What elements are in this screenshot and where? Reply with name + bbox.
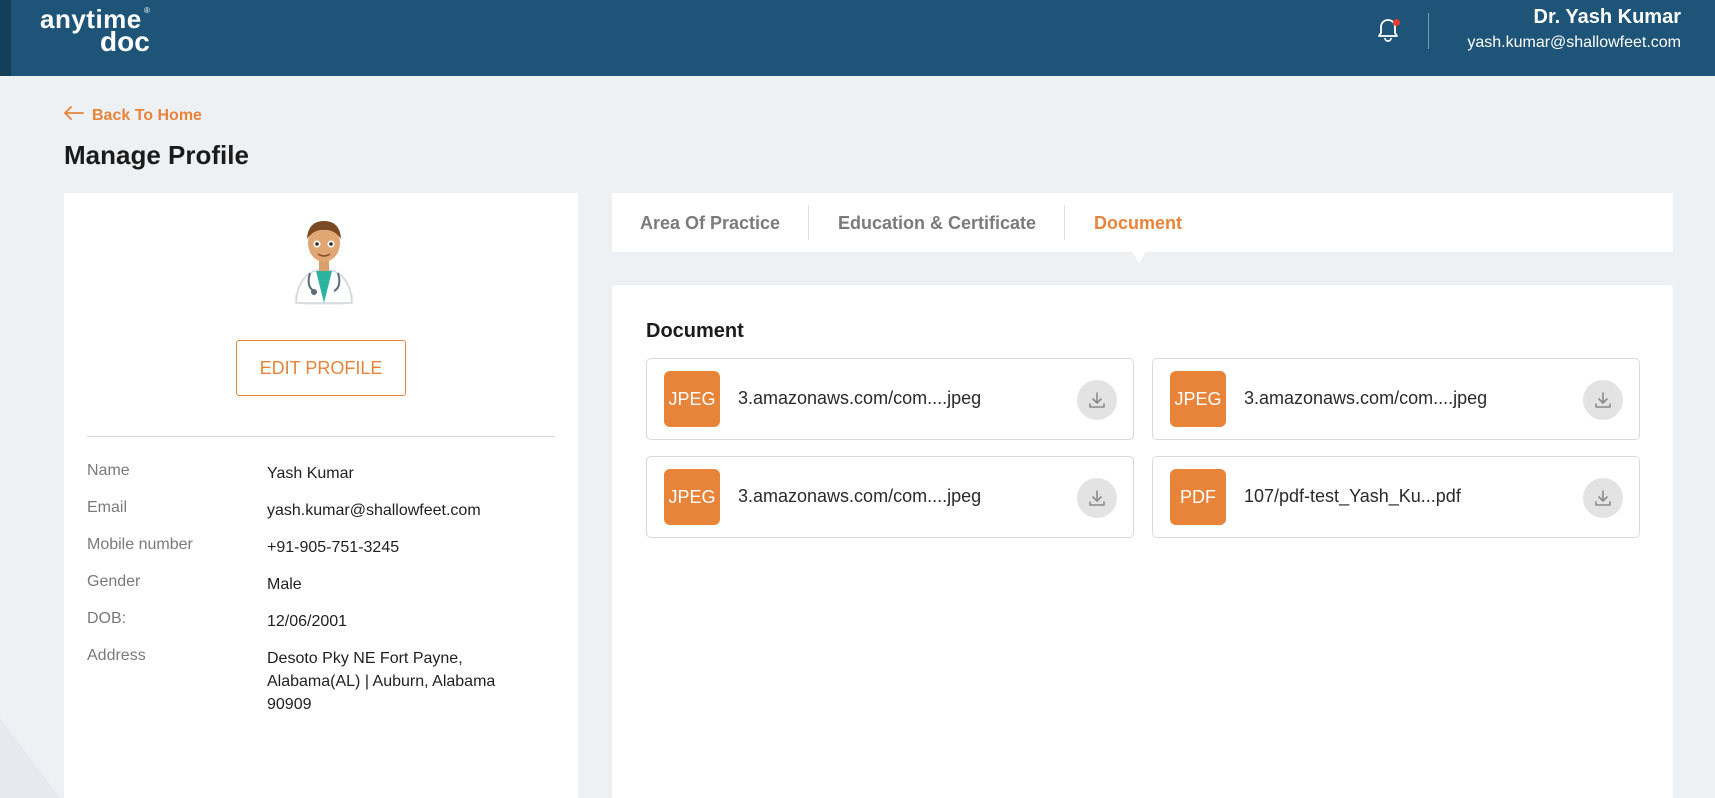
file-type-badge: PDF (1170, 469, 1226, 525)
file-type-badge: JPEG (664, 371, 720, 427)
logo-text-line2: doc (100, 26, 150, 57)
app-logo[interactable]: anytime ® doc (40, 4, 160, 58)
user-email: yash.kumar@shallowfeet.com (1467, 34, 1681, 51)
header-divider (1428, 13, 1429, 49)
file-name: 3.amazonaws.com/com....jpeg (738, 388, 982, 408)
arrow-left-icon (64, 106, 84, 125)
info-label: Address (87, 647, 146, 664)
profile-tabs: Area Of Practice Education & Certificate… (612, 193, 1673, 252)
tab-document[interactable]: Document (1094, 213, 1182, 234)
file-name: 3.amazonaws.com/com....jpeg (1244, 388, 1488, 408)
background-decoration (0, 718, 60, 798)
logo-registered-mark: ® (144, 6, 150, 15)
notification-dot (1393, 19, 1400, 26)
document-card[interactable]: JPEG 3.amazonaws.com/com....jpeg (646, 456, 1134, 538)
document-panel: Document JPEG 3.amazonaws.com/com....jpe… (612, 285, 1673, 798)
back-label: Back To Home (92, 106, 202, 124)
document-heading: Document (646, 320, 744, 342)
info-value: +91-905-751-3245 (267, 539, 400, 556)
info-label: Mobile number (87, 536, 193, 553)
file-type-badge: JPEG (664, 469, 720, 525)
info-value: Male (267, 576, 302, 593)
info-value: Yash Kumar (267, 465, 354, 482)
info-value: Desoto Pky NE Fort Payne, Alabama(AL) | … (267, 650, 496, 713)
file-type-badge: JPEG (1170, 371, 1226, 427)
info-value: yash.kumar@shallowfeet.com (267, 502, 481, 519)
page-title: Manage Profile (64, 140, 249, 170)
download-icon[interactable] (1583, 478, 1623, 518)
info-value: 12/06/2001 (267, 613, 348, 630)
tab-separator (808, 205, 809, 240)
doctor-avatar (284, 213, 364, 307)
info-label: DOB: (87, 610, 127, 627)
user-name: Dr. Yash Kumar (1533, 6, 1681, 28)
profile-card: EDIT PROFILE Name Yash Kumar Email yash.… (64, 193, 578, 798)
profile-divider (87, 436, 555, 437)
bell-icon[interactable] (1374, 16, 1402, 44)
document-card[interactable]: JPEG 3.amazonaws.com/com....jpeg (1152, 358, 1640, 440)
back-to-home-link[interactable]: Back To Home (64, 106, 202, 125)
document-card[interactable]: PDF 107/pdf-test_Yash_Ku...pdf (1152, 456, 1640, 538)
active-tab-caret (1132, 252, 1146, 263)
file-name: 3.amazonaws.com/com....jpeg (738, 486, 982, 506)
tab-area-of-practice[interactable]: Area Of Practice (640, 213, 780, 234)
file-name: 107/pdf-test_Yash_Ku...pdf (1244, 486, 1461, 506)
tab-education-certificate[interactable]: Education & Certificate (838, 213, 1036, 234)
header-edge (0, 0, 11, 76)
info-label: Email (87, 499, 128, 516)
info-label: Gender (87, 573, 141, 590)
download-icon[interactable] (1077, 478, 1117, 518)
download-icon[interactable] (1583, 380, 1623, 420)
download-icon[interactable] (1077, 380, 1117, 420)
top-header: anytime ® doc Dr. Yash Kumar yash.kumar@… (0, 0, 1715, 76)
info-label: Name (87, 462, 130, 479)
edit-profile-button[interactable]: EDIT PROFILE (236, 340, 406, 396)
tab-separator (1064, 205, 1065, 240)
document-card[interactable]: JPEG 3.amazonaws.com/com....jpeg (646, 358, 1134, 440)
